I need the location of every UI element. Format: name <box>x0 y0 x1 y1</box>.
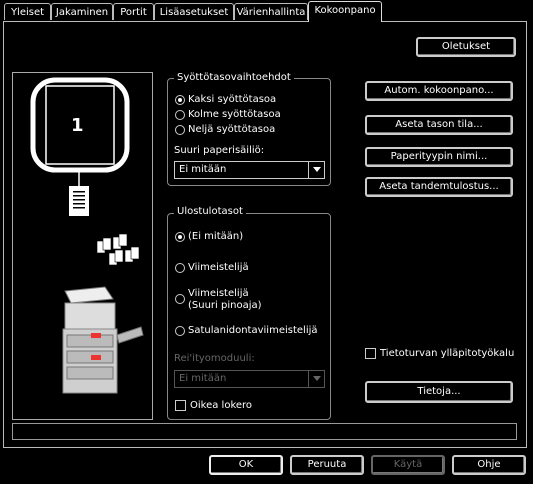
large-paper-label: Suuri paperisäiliö: <box>174 145 265 156</box>
chevron-down-icon[interactable] <box>308 371 324 387</box>
output-trays-group <box>167 213 331 420</box>
tab-configuration[interactable]: Kokoonpano <box>308 1 382 22</box>
auto-config-button[interactable]: Autom. kokoonpano... <box>365 81 513 101</box>
radio-four-trays[interactable]: Neljä syöttötasoa <box>175 124 275 136</box>
radio-finisher[interactable]: Viimeistelijä <box>175 262 249 274</box>
apply-button[interactable]: Käytä <box>371 455 445 475</box>
help-button[interactable]: Ohje <box>452 455 526 475</box>
tab-general[interactable]: Yleiset <box>4 3 51 20</box>
paper-type-name-button[interactable]: Paperityypin nimi... <box>365 147 513 167</box>
radio-output-none[interactable]: (Ei mitään) <box>175 231 243 243</box>
info-button[interactable]: Tietoja... <box>365 381 513 403</box>
radio-indicator <box>175 263 185 273</box>
radio-label-line2: (Suuri pinoaja) <box>188 300 262 311</box>
cancel-button[interactable]: Peruuta <box>290 455 364 475</box>
radio-indicator <box>175 110 185 120</box>
ok-button[interactable]: OK <box>209 455 283 475</box>
radio-indicator <box>175 326 185 336</box>
radio-saddle-stitch-finisher[interactable]: Satulanidontaviimeistelijä <box>175 325 318 337</box>
radio-finisher-large-stacker[interactable]: Viimeistelijä (Suuri pinoaja) <box>175 288 262 312</box>
tray-status-button[interactable]: Aseta tason tila... <box>365 115 513 135</box>
radio-label: Kaksi syöttötasoa <box>188 94 277 105</box>
security-tool-checkbox[interactable]: Tietoturvan ylläpitotyökalu <box>365 348 514 359</box>
checkbox-box <box>365 348 376 359</box>
radio-label: Viimeistelijä <box>188 262 249 273</box>
radio-label: Neljä syöttötasoa <box>188 124 276 135</box>
large-paper-select[interactable]: Ei mitään <box>174 161 325 179</box>
tab-color-management[interactable]: Värienhallinta <box>234 3 308 20</box>
tab-ports[interactable]: Portit <box>113 3 154 20</box>
checkbox-label: Oikea lokero <box>190 400 253 411</box>
radio-label: Viimeistelijä (Suuri pinoaja) <box>188 288 262 312</box>
radio-three-trays[interactable]: Kolme syöttötasoa <box>175 109 281 121</box>
punch-module-value: Ei mitään <box>179 373 227 384</box>
printer-preview: 1 <box>12 72 153 420</box>
checkbox-label: Tietoturvan ylläpitotyökalu <box>380 348 515 359</box>
tray-number: 1 <box>71 115 84 136</box>
radio-two-trays[interactable]: Kaksi syöttötasoa <box>175 94 276 106</box>
tandem-print-button[interactable]: Aseta tandemtulostus... <box>365 177 513 197</box>
tab-sharing[interactable]: Jakaminen <box>51 3 113 20</box>
chevron-down-icon[interactable] <box>308 162 324 178</box>
right-tray-checkbox[interactable]: Oikea lokero <box>175 400 252 411</box>
input-trays-legend: Syöttötasovaihtoehdot <box>174 72 294 83</box>
radio-label-line1: Viimeistelijä <box>188 288 249 299</box>
output-trays-legend: Ulostulotasot <box>174 206 246 217</box>
radio-label: (Ei mitään) <box>188 231 244 242</box>
defaults-button[interactable]: Oletukset <box>416 37 516 57</box>
radio-indicator <box>175 95 185 105</box>
radio-indicator <box>175 125 185 135</box>
punch-module-select[interactable]: Ei mitään <box>174 370 325 388</box>
radio-indicator <box>175 294 185 304</box>
radio-indicator <box>175 232 185 242</box>
status-bar <box>12 423 517 440</box>
large-paper-value: Ei mitään <box>179 164 227 175</box>
punch-module-label: Rei'ityomoduuli: <box>174 353 255 364</box>
checkbox-box <box>175 400 186 411</box>
radio-label: Kolme syöttötasoa <box>188 109 281 120</box>
radio-label: Satulanidontaviimeistelijä <box>188 325 318 336</box>
tab-advanced[interactable]: Lisäasetukset <box>154 3 234 20</box>
